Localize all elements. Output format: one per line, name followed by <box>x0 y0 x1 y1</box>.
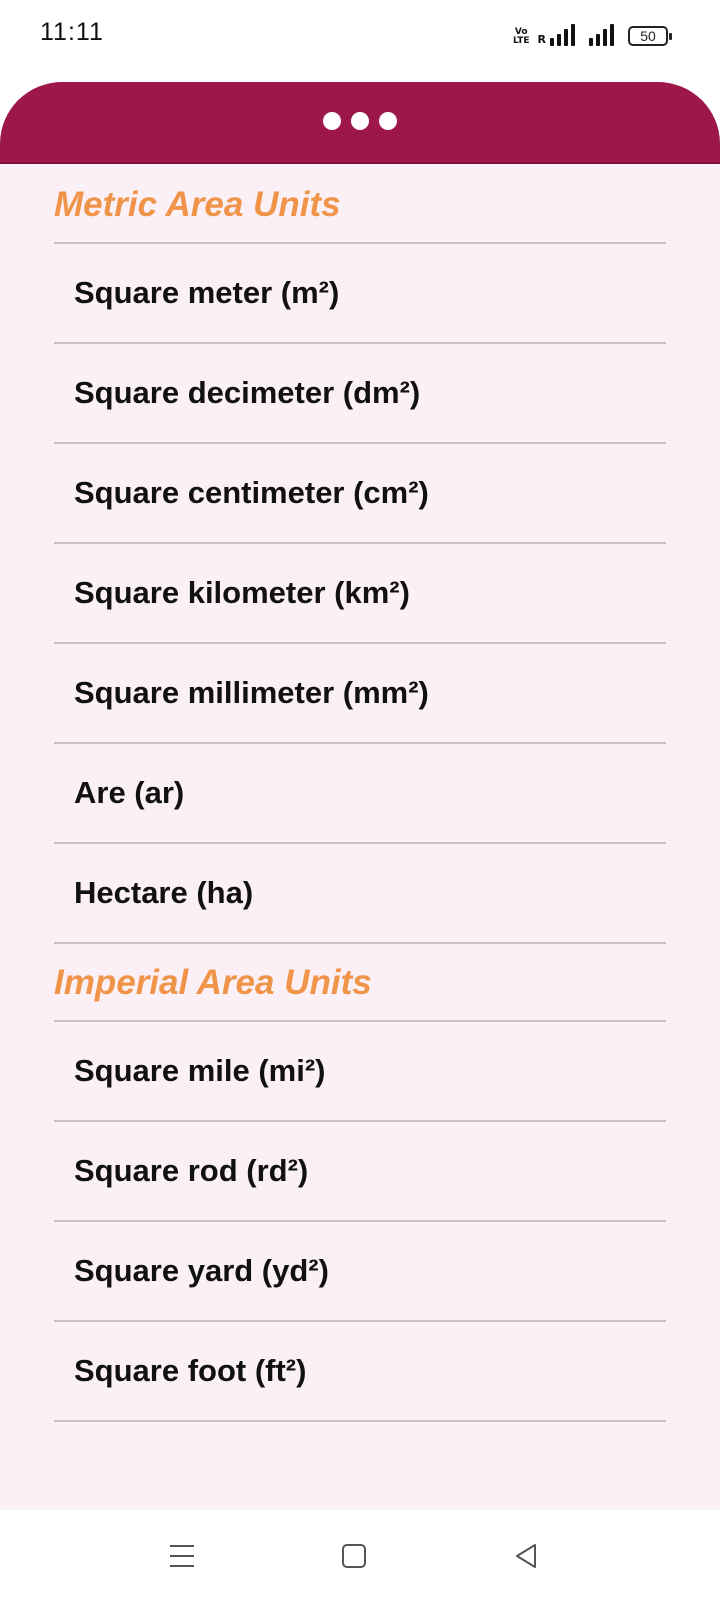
unit-item-square-decimeter[interactable]: Square decimeter (dm²) <box>54 344 666 444</box>
unit-item-hectare[interactable]: Hectare (ha) <box>54 844 666 944</box>
battery-level: 50 <box>640 28 656 44</box>
unit-label: Square meter (m²) <box>74 275 340 310</box>
unit-item-square-meter[interactable]: Square meter (m²) <box>54 244 666 344</box>
status-time: 11:11 <box>40 18 104 46</box>
unit-item-square-rod[interactable]: Square rod (rd²) <box>54 1122 666 1222</box>
volte-icon: Vo LTE <box>512 27 530 46</box>
status-bar: 11:11 Vo LTE R 50 <box>0 0 720 70</box>
unit-label: Square kilometer (km²) <box>74 575 410 610</box>
unit-label: Square centimeter (cm²) <box>74 475 429 510</box>
battery-icon: 50 <box>628 26 672 46</box>
menu-icon[interactable] <box>162 1536 202 1576</box>
signal-icon-sim1 <box>550 24 575 46</box>
section-title-metric: Metric Area Units <box>54 166 666 244</box>
system-nav-bar <box>0 1510 720 1600</box>
unit-label: Square decimeter (dm²) <box>74 375 421 410</box>
sheet-header[interactable] <box>0 82 720 164</box>
unit-item-square-centimeter[interactable]: Square centimeter (cm²) <box>54 444 666 544</box>
unit-item-square-mile[interactable]: Square mile (mi²) <box>54 1022 666 1122</box>
unit-list: Metric Area Units Square meter (m²) Squa… <box>54 166 666 1422</box>
unit-label: Hectare (ha) <box>74 875 254 910</box>
unit-label: Square rod (rd²) <box>74 1153 309 1188</box>
unit-label: Square yard (yd²) <box>74 1253 329 1288</box>
home-square-icon[interactable] <box>334 1536 374 1576</box>
unit-item-are[interactable]: Are (ar) <box>54 744 666 844</box>
section-title-imperial: Imperial Area Units <box>54 944 666 1022</box>
unit-label: Square mile (mi²) <box>74 1053 326 1088</box>
unit-item-square-millimeter[interactable]: Square millimeter (mm²) <box>54 644 666 744</box>
unit-label: Are (ar) <box>74 775 185 810</box>
more-dots-icon[interactable] <box>323 112 397 130</box>
status-icons: Vo LTE R 50 <box>512 18 672 46</box>
unit-label: Square foot (ft²) <box>74 1353 307 1388</box>
unit-item-square-foot[interactable]: Square foot (ft²) <box>54 1322 666 1422</box>
unit-label: Square millimeter (mm²) <box>74 675 429 710</box>
unit-item-square-yard[interactable]: Square yard (yd²) <box>54 1222 666 1322</box>
signal-icon-sim2 <box>589 24 614 46</box>
roaming-indicator: R <box>537 33 546 46</box>
unit-selection-sheet: Metric Area Units Square meter (m²) Squa… <box>0 82 720 1510</box>
unit-item-square-kilometer[interactable]: Square kilometer (km²) <box>54 544 666 644</box>
back-triangle-icon[interactable] <box>506 1536 546 1576</box>
